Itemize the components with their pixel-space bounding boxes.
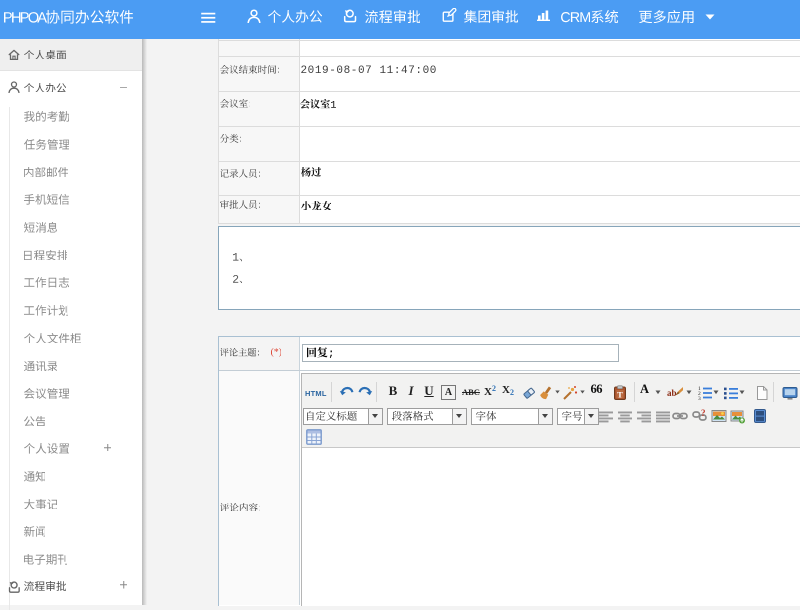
- svg-text:?: ?: [701, 408, 706, 418]
- svg-text:ab: ab: [667, 388, 677, 398]
- svg-text:3: 3: [698, 396, 701, 401]
- svg-text:T: T: [617, 389, 623, 399]
